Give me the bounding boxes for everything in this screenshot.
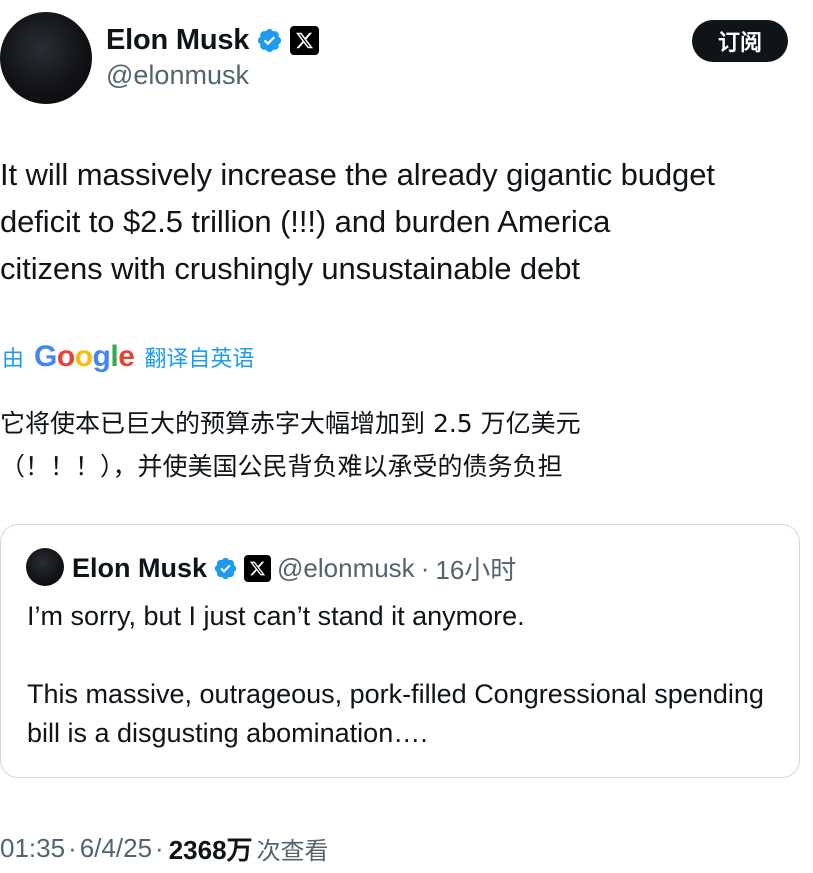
- author-avatar[interactable]: [0, 12, 92, 104]
- translation-prefix: 由: [2, 347, 25, 372]
- quoted-paragraph: This massive, outrageous, pork-filled Co…: [27, 679, 764, 748]
- quoted-tweet-time[interactable]: 16小时: [435, 550, 516, 587]
- google-logo: Google: [34, 340, 135, 373]
- translated-text: 它将使本已巨大的预算赤字大幅增加到 2.5 万亿美元 （！！！），并使美国公民背…: [0, 409, 581, 481]
- quoted-tweet-text: I’m sorry, but I just can’t stand it any…: [27, 597, 787, 753]
- author-handle[interactable]: @elonmusk: [106, 60, 249, 91]
- views-count[interactable]: 2368万: [169, 830, 253, 867]
- quoted-author-avatar[interactable]: [26, 548, 64, 586]
- quoted-author-name[interactable]: Elon Musk: [72, 553, 207, 584]
- quoted-author-handle[interactable]: @elonmusk: [277, 553, 415, 584]
- tweet-meta: 01:35 · 6/4/25 · 2368万 次查看: [0, 828, 329, 868]
- tweet-date[interactable]: 6/4/25: [80, 833, 152, 864]
- translation-attribution[interactable]: 由 Google 翻译自英语: [2, 337, 254, 377]
- quoted-tweet-header: Elon Musk @elonmusk · 16小时: [72, 550, 516, 586]
- x-logo-icon: [290, 25, 320, 55]
- translation-label: 翻译自英语: [144, 347, 255, 372]
- quoted-verified-badge-icon: [213, 556, 238, 581]
- quoted-paragraph: I’m sorry, but I just can’t stand it any…: [27, 601, 525, 631]
- meta-separator: ·: [68, 832, 77, 863]
- author-name-row: Elon Musk: [106, 20, 320, 60]
- tweet-text: It will massively increase the already g…: [0, 157, 715, 286]
- subscribe-button[interactable]: 订阅: [692, 20, 788, 62]
- views-label: 次查看: [256, 836, 329, 865]
- quoted-tweet-card[interactable]: Elon Musk @elonmusk · 16小时 I’m sorry, bu…: [0, 524, 800, 778]
- tweet-time[interactable]: 01:35: [0, 833, 65, 864]
- meta-separator: ·: [155, 832, 164, 863]
- author-name[interactable]: Elon Musk: [106, 24, 249, 57]
- quoted-separator: ·: [420, 552, 430, 583]
- quoted-x-logo-icon: [244, 554, 272, 582]
- verified-badge-icon[interactable]: [256, 27, 283, 54]
